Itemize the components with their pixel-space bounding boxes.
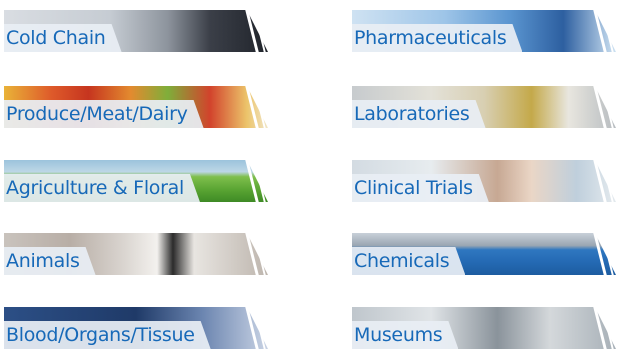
tile-label: Museums xyxy=(354,324,443,346)
industry-tile-laboratories[interactable]: Laboratories xyxy=(352,86,616,128)
tile-label-box: Blood/Organs/Tissue xyxy=(4,321,211,349)
tile-label-box: Laboratories xyxy=(352,100,486,128)
tile-label: Pharmaceuticals xyxy=(354,27,507,49)
tile-label: Produce/Meat/Dairy xyxy=(6,103,188,125)
tile-label-box: Cold Chain xyxy=(4,24,122,52)
industry-tile-museums[interactable]: Museums xyxy=(352,307,616,349)
tile-label: Clinical Trials xyxy=(354,177,473,199)
industry-tile-produce-meat-dairy[interactable]: Produce/Meat/Dairy xyxy=(4,86,268,128)
tile-label-box: Pharmaceuticals xyxy=(352,24,522,52)
tile-label: Cold Chain xyxy=(6,27,106,49)
tile-label-box: Chemicals xyxy=(352,247,465,275)
industry-tile-cold-chain[interactable]: Cold Chain xyxy=(4,10,268,52)
industry-tile-pharmaceuticals[interactable]: Pharmaceuticals xyxy=(352,10,616,52)
tile-label-box: Agriculture & Floral xyxy=(4,174,200,202)
industry-tile-clinical-trials[interactable]: Clinical Trials xyxy=(352,160,616,202)
industry-tile-animals[interactable]: Animals xyxy=(4,233,268,275)
tile-label-box: Museums xyxy=(352,321,458,349)
tile-label-box: Produce/Meat/Dairy xyxy=(4,100,204,128)
tile-label: Agriculture & Floral xyxy=(6,177,184,199)
tile-label-box: Clinical Trials xyxy=(352,174,489,202)
tile-label: Animals xyxy=(6,250,80,272)
tile-label: Laboratories xyxy=(354,103,470,125)
tile-label-box: Animals xyxy=(4,247,96,275)
tile-label: Chemicals xyxy=(354,250,450,272)
industry-tile-agriculture-floral[interactable]: Agriculture & Floral xyxy=(4,160,268,202)
industry-tile-blood-organs-tissue[interactable]: Blood/Organs/Tissue xyxy=(4,307,268,349)
industry-tile-chemicals[interactable]: Chemicals xyxy=(352,233,616,275)
tile-label: Blood/Organs/Tissue xyxy=(6,324,195,346)
